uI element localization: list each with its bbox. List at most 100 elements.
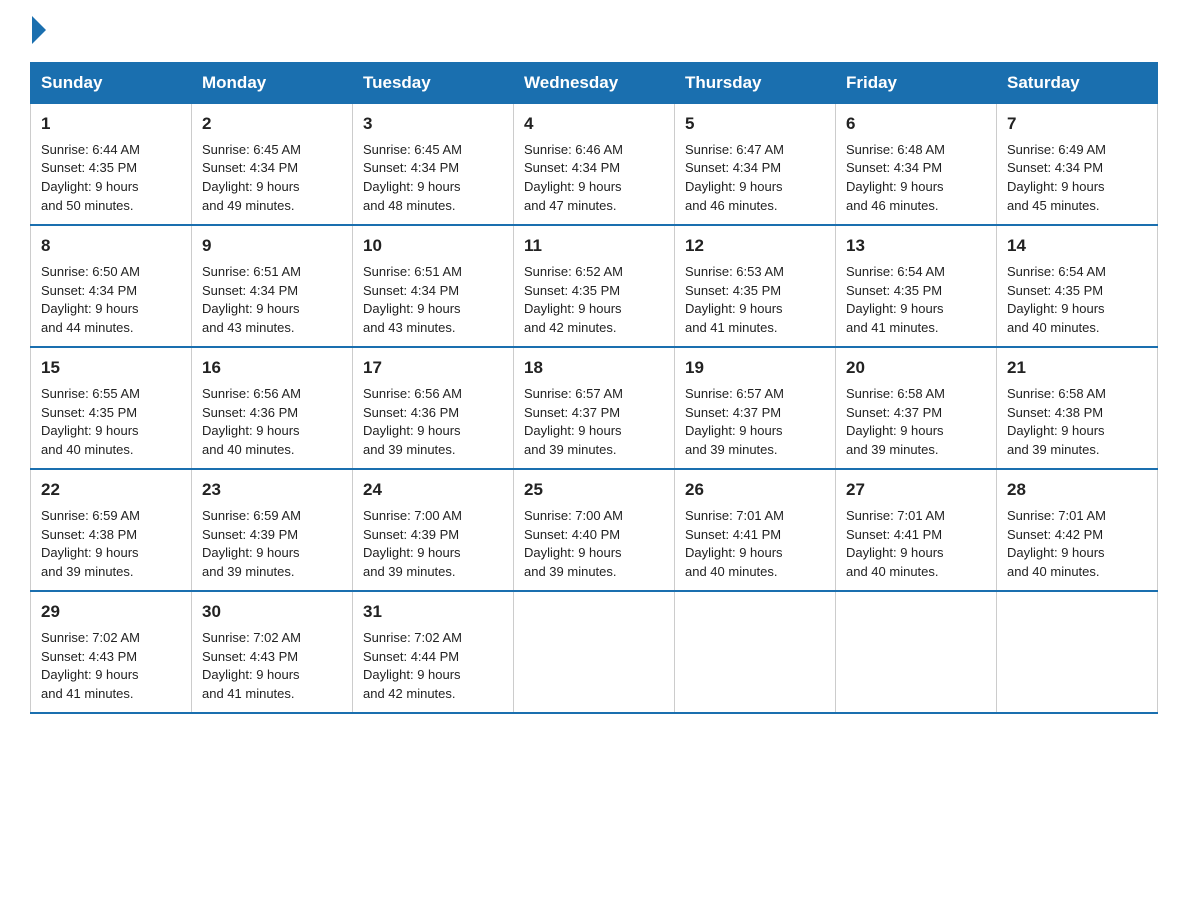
day-number: 26 xyxy=(685,478,825,503)
day-number: 8 xyxy=(41,234,181,259)
day-info: Sunrise: 6:56 AMSunset: 4:36 PMDaylight:… xyxy=(363,386,462,458)
day-number: 19 xyxy=(685,356,825,381)
header-cell-thursday: Thursday xyxy=(675,63,836,104)
day-cell: 13 Sunrise: 6:54 AMSunset: 4:35 PMDayligh… xyxy=(836,225,997,347)
day-info: Sunrise: 6:54 AMSunset: 4:35 PMDaylight:… xyxy=(1007,264,1106,336)
day-info: Sunrise: 6:49 AMSunset: 4:34 PMDaylight:… xyxy=(1007,142,1106,214)
day-number: 22 xyxy=(41,478,181,503)
day-cell xyxy=(514,591,675,713)
day-number: 1 xyxy=(41,112,181,137)
logo xyxy=(30,20,46,44)
day-cell: 27 Sunrise: 7:01 AMSunset: 4:41 PMDayligh… xyxy=(836,469,997,591)
day-number: 10 xyxy=(363,234,503,259)
day-info: Sunrise: 6:46 AMSunset: 4:34 PMDaylight:… xyxy=(524,142,623,214)
day-info: Sunrise: 7:00 AMSunset: 4:39 PMDaylight:… xyxy=(363,508,462,580)
week-row-3: 15 Sunrise: 6:55 AMSunset: 4:35 PMDayligh… xyxy=(31,347,1158,469)
day-info: Sunrise: 6:45 AMSunset: 4:34 PMDaylight:… xyxy=(202,142,301,214)
day-cell: 22 Sunrise: 6:59 AMSunset: 4:38 PMDayligh… xyxy=(31,469,192,591)
day-cell: 15 Sunrise: 6:55 AMSunset: 4:35 PMDayligh… xyxy=(31,347,192,469)
day-cell: 18 Sunrise: 6:57 AMSunset: 4:37 PMDayligh… xyxy=(514,347,675,469)
day-number: 4 xyxy=(524,112,664,137)
header-cell-monday: Monday xyxy=(192,63,353,104)
day-info: Sunrise: 6:58 AMSunset: 4:38 PMDaylight:… xyxy=(1007,386,1106,458)
day-number: 17 xyxy=(363,356,503,381)
header-row: SundayMondayTuesdayWednesdayThursdayFrid… xyxy=(31,63,1158,104)
day-cell: 24 Sunrise: 7:00 AMSunset: 4:39 PMDayligh… xyxy=(353,469,514,591)
day-info: Sunrise: 6:55 AMSunset: 4:35 PMDaylight:… xyxy=(41,386,140,458)
day-number: 20 xyxy=(846,356,986,381)
day-number: 31 xyxy=(363,600,503,625)
day-number: 27 xyxy=(846,478,986,503)
day-info: Sunrise: 6:44 AMSunset: 4:35 PMDaylight:… xyxy=(41,142,140,214)
day-cell: 6 Sunrise: 6:48 AMSunset: 4:34 PMDaylight… xyxy=(836,104,997,226)
day-cell: 8 Sunrise: 6:50 AMSunset: 4:34 PMDaylight… xyxy=(31,225,192,347)
day-info: Sunrise: 6:51 AMSunset: 4:34 PMDaylight:… xyxy=(202,264,301,336)
day-number: 14 xyxy=(1007,234,1147,259)
day-info: Sunrise: 6:59 AMSunset: 4:39 PMDaylight:… xyxy=(202,508,301,580)
header-cell-wednesday: Wednesday xyxy=(514,63,675,104)
day-cell: 25 Sunrise: 7:00 AMSunset: 4:40 PMDayligh… xyxy=(514,469,675,591)
day-info: Sunrise: 6:59 AMSunset: 4:38 PMDaylight:… xyxy=(41,508,140,580)
day-info: Sunrise: 6:45 AMSunset: 4:34 PMDaylight:… xyxy=(363,142,462,214)
day-cell xyxy=(997,591,1158,713)
day-cell: 21 Sunrise: 6:58 AMSunset: 4:38 PMDayligh… xyxy=(997,347,1158,469)
day-cell: 17 Sunrise: 6:56 AMSunset: 4:36 PMDayligh… xyxy=(353,347,514,469)
day-number: 16 xyxy=(202,356,342,381)
day-cell: 4 Sunrise: 6:46 AMSunset: 4:34 PMDaylight… xyxy=(514,104,675,226)
day-number: 13 xyxy=(846,234,986,259)
day-cell: 12Sunrise: 6:53 AMSunset: 4:35 PMDayligh… xyxy=(675,225,836,347)
day-cell: 2 Sunrise: 6:45 AMSunset: 4:34 PMDaylight… xyxy=(192,104,353,226)
day-info: Sunrise: 7:01 AMSunset: 4:41 PMDaylight:… xyxy=(846,508,945,580)
day-info: Sunrise: 6:58 AMSunset: 4:37 PMDaylight:… xyxy=(846,386,945,458)
day-cell: 5 Sunrise: 6:47 AMSunset: 4:34 PMDaylight… xyxy=(675,104,836,226)
logo-arrow-icon xyxy=(32,16,46,44)
day-info: Sunrise: 6:54 AMSunset: 4:35 PMDaylight:… xyxy=(846,264,945,336)
day-cell: 14 Sunrise: 6:54 AMSunset: 4:35 PMDayligh… xyxy=(997,225,1158,347)
day-cell: 11Sunrise: 6:52 AMSunset: 4:35 PMDayligh… xyxy=(514,225,675,347)
day-cell: 28Sunrise: 7:01 AMSunset: 4:42 PMDayligh… xyxy=(997,469,1158,591)
day-info: Sunrise: 7:01 AMSunset: 4:42 PMDaylight:… xyxy=(1007,508,1106,580)
day-number: 29 xyxy=(41,600,181,625)
day-cell: 23Sunrise: 6:59 AMSunset: 4:39 PMDayligh… xyxy=(192,469,353,591)
day-cell: 7 Sunrise: 6:49 AMSunset: 4:34 PMDaylight… xyxy=(997,104,1158,226)
day-number: 25 xyxy=(524,478,664,503)
header-cell-saturday: Saturday xyxy=(997,63,1158,104)
day-number: 5 xyxy=(685,112,825,137)
day-cell: 1 Sunrise: 6:44 AMSunset: 4:35 PMDaylight… xyxy=(31,104,192,226)
day-number: 7 xyxy=(1007,112,1147,137)
day-number: 15 xyxy=(41,356,181,381)
day-cell: 26 Sunrise: 7:01 AMSunset: 4:41 PMDayligh… xyxy=(675,469,836,591)
day-number: 21 xyxy=(1007,356,1147,381)
day-info: Sunrise: 6:56 AMSunset: 4:36 PMDaylight:… xyxy=(202,386,301,458)
day-cell: 9 Sunrise: 6:51 AMSunset: 4:34 PMDaylight… xyxy=(192,225,353,347)
day-number: 2 xyxy=(202,112,342,137)
day-number: 9 xyxy=(202,234,342,259)
header-cell-friday: Friday xyxy=(836,63,997,104)
day-cell: 10 Sunrise: 6:51 AMSunset: 4:34 PMDayligh… xyxy=(353,225,514,347)
day-info: Sunrise: 6:57 AMSunset: 4:37 PMDaylight:… xyxy=(524,386,623,458)
day-info: Sunrise: 7:02 AMSunset: 4:43 PMDaylight:… xyxy=(41,630,140,702)
day-cell xyxy=(836,591,997,713)
day-info: Sunrise: 6:51 AMSunset: 4:34 PMDaylight:… xyxy=(363,264,462,336)
day-number: 6 xyxy=(846,112,986,137)
day-info: Sunrise: 7:00 AMSunset: 4:40 PMDaylight:… xyxy=(524,508,623,580)
day-cell: 30Sunrise: 7:02 AMSunset: 4:43 PMDayligh… xyxy=(192,591,353,713)
day-number: 18 xyxy=(524,356,664,381)
week-row-1: 1 Sunrise: 6:44 AMSunset: 4:35 PMDaylight… xyxy=(31,104,1158,226)
day-number: 24 xyxy=(363,478,503,503)
day-cell: 19 Sunrise: 6:57 AMSunset: 4:37 PMDayligh… xyxy=(675,347,836,469)
day-info: Sunrise: 6:48 AMSunset: 4:34 PMDaylight:… xyxy=(846,142,945,214)
day-cell: 29 Sunrise: 7:02 AMSunset: 4:43 PMDayligh… xyxy=(31,591,192,713)
page-header xyxy=(30,20,1158,44)
day-number: 12 xyxy=(685,234,825,259)
day-info: Sunrise: 6:52 AMSunset: 4:35 PMDaylight:… xyxy=(524,264,623,336)
day-info: Sunrise: 7:02 AMSunset: 4:44 PMDaylight:… xyxy=(363,630,462,702)
week-row-5: 29 Sunrise: 7:02 AMSunset: 4:43 PMDayligh… xyxy=(31,591,1158,713)
day-info: Sunrise: 7:01 AMSunset: 4:41 PMDaylight:… xyxy=(685,508,784,580)
day-cell: 31 Sunrise: 7:02 AMSunset: 4:44 PMDayligh… xyxy=(353,591,514,713)
day-info: Sunrise: 6:50 AMSunset: 4:34 PMDaylight:… xyxy=(41,264,140,336)
day-cell: 20 Sunrise: 6:58 AMSunset: 4:37 PMDayligh… xyxy=(836,347,997,469)
day-info: Sunrise: 6:47 AMSunset: 4:34 PMDaylight:… xyxy=(685,142,784,214)
header-cell-sunday: Sunday xyxy=(31,63,192,104)
day-info: Sunrise: 6:57 AMSunset: 4:37 PMDaylight:… xyxy=(685,386,784,458)
